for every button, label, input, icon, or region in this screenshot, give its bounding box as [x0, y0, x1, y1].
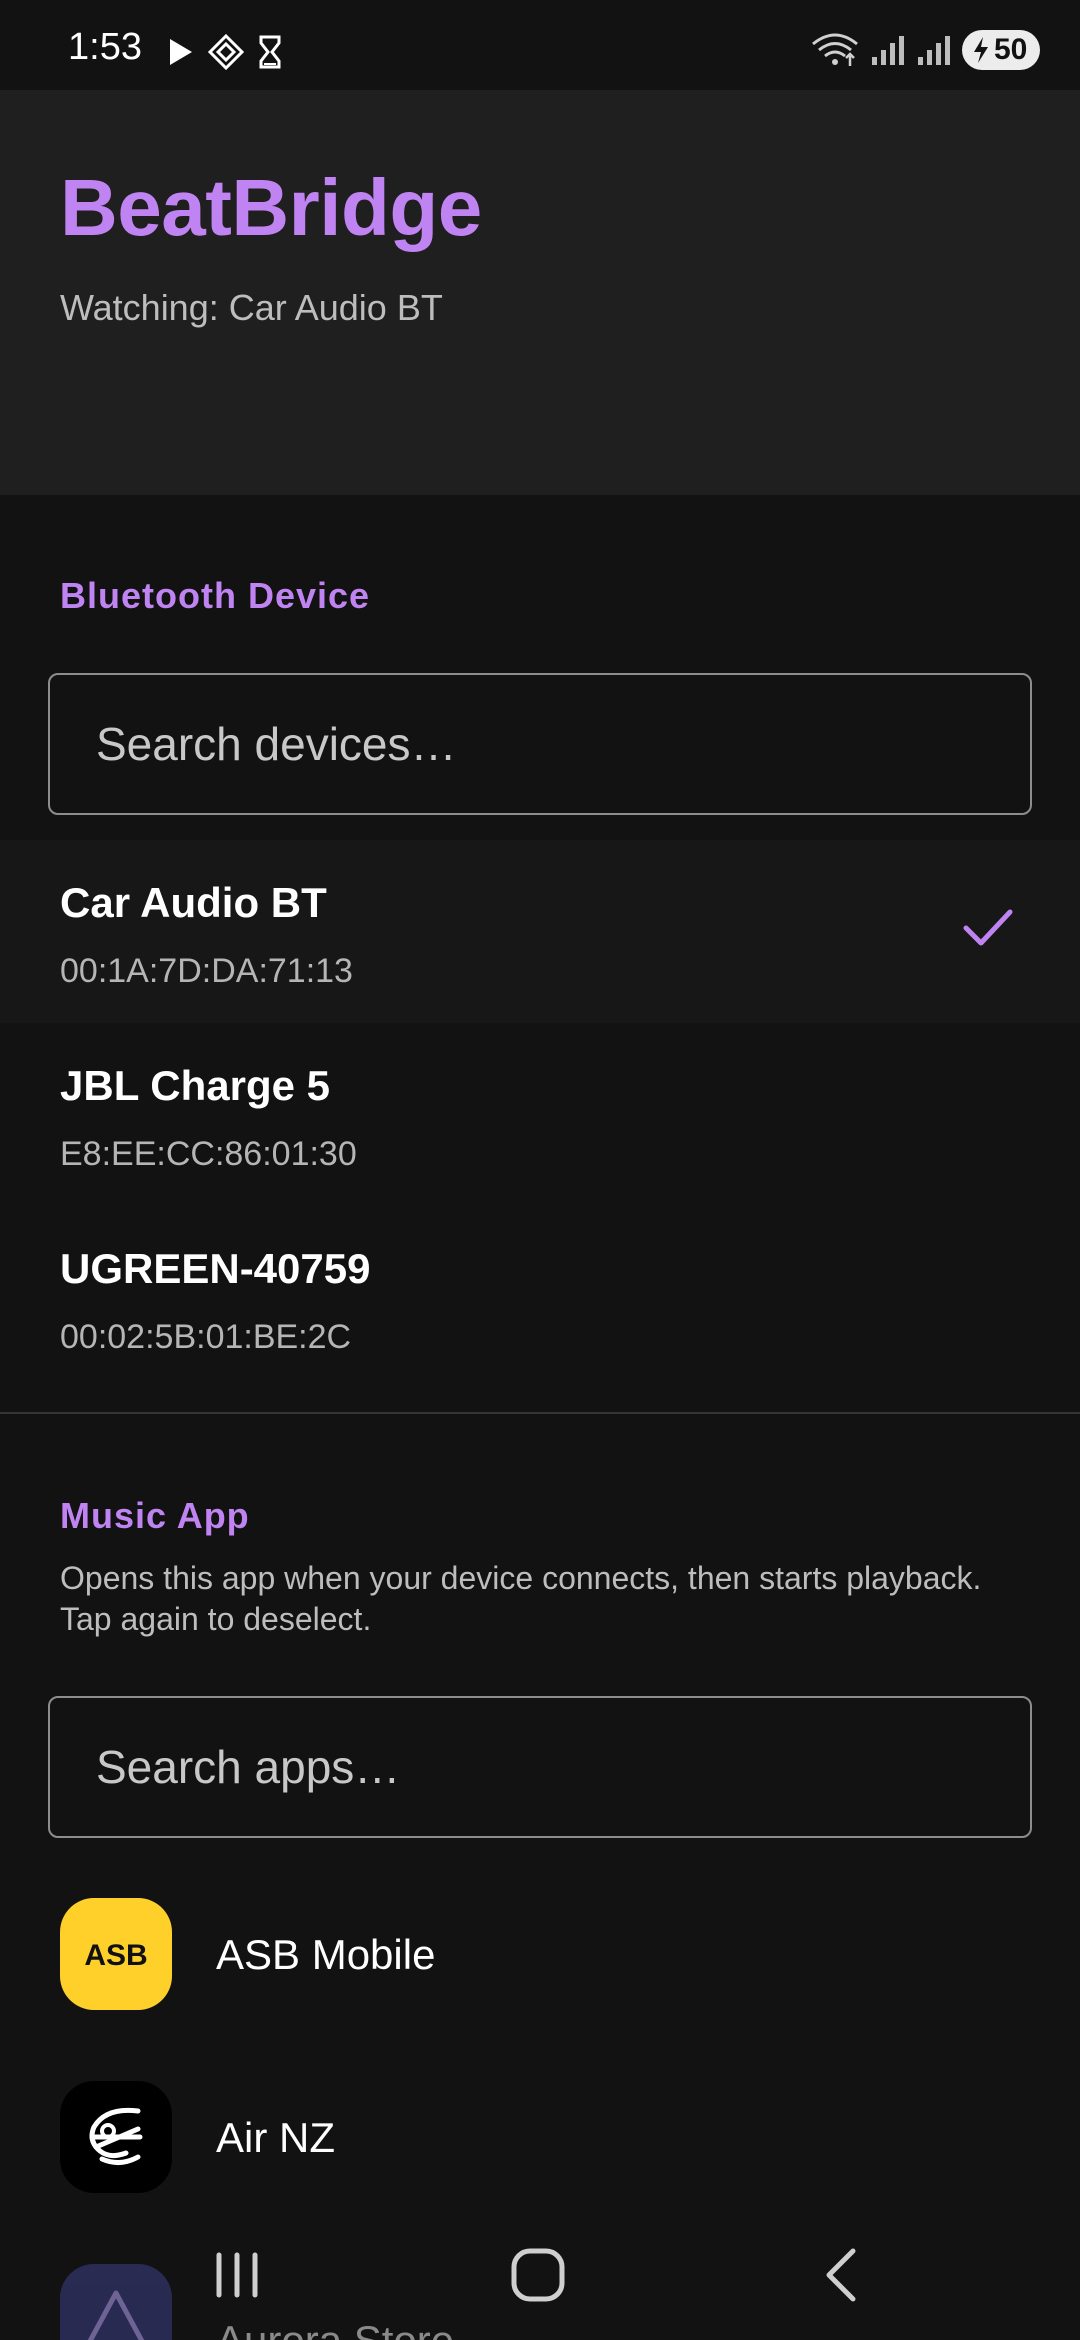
device-name: Car Audio BT: [60, 879, 327, 926]
device-mac: 00:02:5B:01:BE:2C: [60, 1318, 352, 1356]
app-search-input[interactable]: [50, 1698, 1030, 1836]
device-search-input[interactable]: [50, 675, 1030, 813]
device-name: UGREEN-40759: [60, 1245, 371, 1292]
battery-level: 50: [994, 33, 1028, 66]
section-divider: [0, 1412, 1080, 1414]
check-icon: [963, 909, 1013, 946]
status-time: 1:53: [68, 26, 142, 68]
device-mac: E8:EE:CC:86:01:30: [60, 1135, 357, 1173]
music-section-title: Music App: [60, 1495, 250, 1536]
app-screen: 1:53 50 BeatBridge Watching: Car Audio B…: [0, 0, 1080, 2340]
music-section-description: Opens this app when your device connects…: [60, 1560, 982, 1637]
app-row-air-nz[interactable]: Air NZ: [0, 2041, 1080, 2224]
app-search-box[interactable]: [48, 1696, 1032, 1838]
status-right-icons: 50: [810, 30, 1040, 70]
diamond-icon: [208, 34, 244, 70]
watching-status: Watching: Car Audio BT: [60, 287, 443, 328]
wifi-icon: [812, 33, 858, 66]
hourglass-icon: [259, 35, 281, 69]
status-left-icons: [166, 34, 282, 70]
device-mac: 00:1A:7D:DA:71:13: [60, 952, 353, 990]
status-bar: 1:53 50: [0, 0, 1080, 90]
recents-button[interactable]: [192, 2240, 282, 2310]
device-name: JBL Charge 5: [60, 1062, 330, 1109]
app-name: ASB Mobile: [216, 1931, 436, 1978]
signal-icon: [872, 36, 904, 65]
battery-indicator: 50: [962, 30, 1040, 70]
back-button[interactable]: [796, 2240, 886, 2310]
asb-logo-text: ASB: [84, 1939, 147, 1972]
device-search-box[interactable]: [48, 673, 1032, 815]
koru-icon: [60, 2081, 172, 2193]
battery-icon: [974, 37, 988, 63]
device-row-car-audio-bt[interactable]: Car Audio BT 00:1A:7D:DA:71:13: [0, 840, 1080, 1023]
app-name: Air NZ: [216, 2114, 335, 2161]
device-row-jbl-charge-5[interactable]: JBL Charge 5 E8:EE:CC:86:01:30: [0, 1023, 1080, 1206]
app-row-asb-mobile[interactable]: ASB ASB Mobile: [0, 1858, 1080, 2041]
system-navigation-bar: [0, 2220, 1080, 2340]
app-title: BeatBridge: [60, 163, 482, 252]
device-row-ugreen-40759[interactable]: UGREEN-40759 00:02:5B:01:BE:2C: [0, 1206, 1080, 1389]
home-icon: [511, 2248, 565, 2302]
home-button[interactable]: [493, 2240, 583, 2310]
back-icon: [826, 2248, 856, 2302]
bluetooth-section-title: Bluetooth Device: [60, 575, 371, 616]
play-icon: [170, 39, 192, 65]
signal-icon: [918, 36, 950, 65]
recents-icon: [216, 2252, 258, 2298]
asb-logo-icon: ASB: [60, 1898, 172, 2010]
